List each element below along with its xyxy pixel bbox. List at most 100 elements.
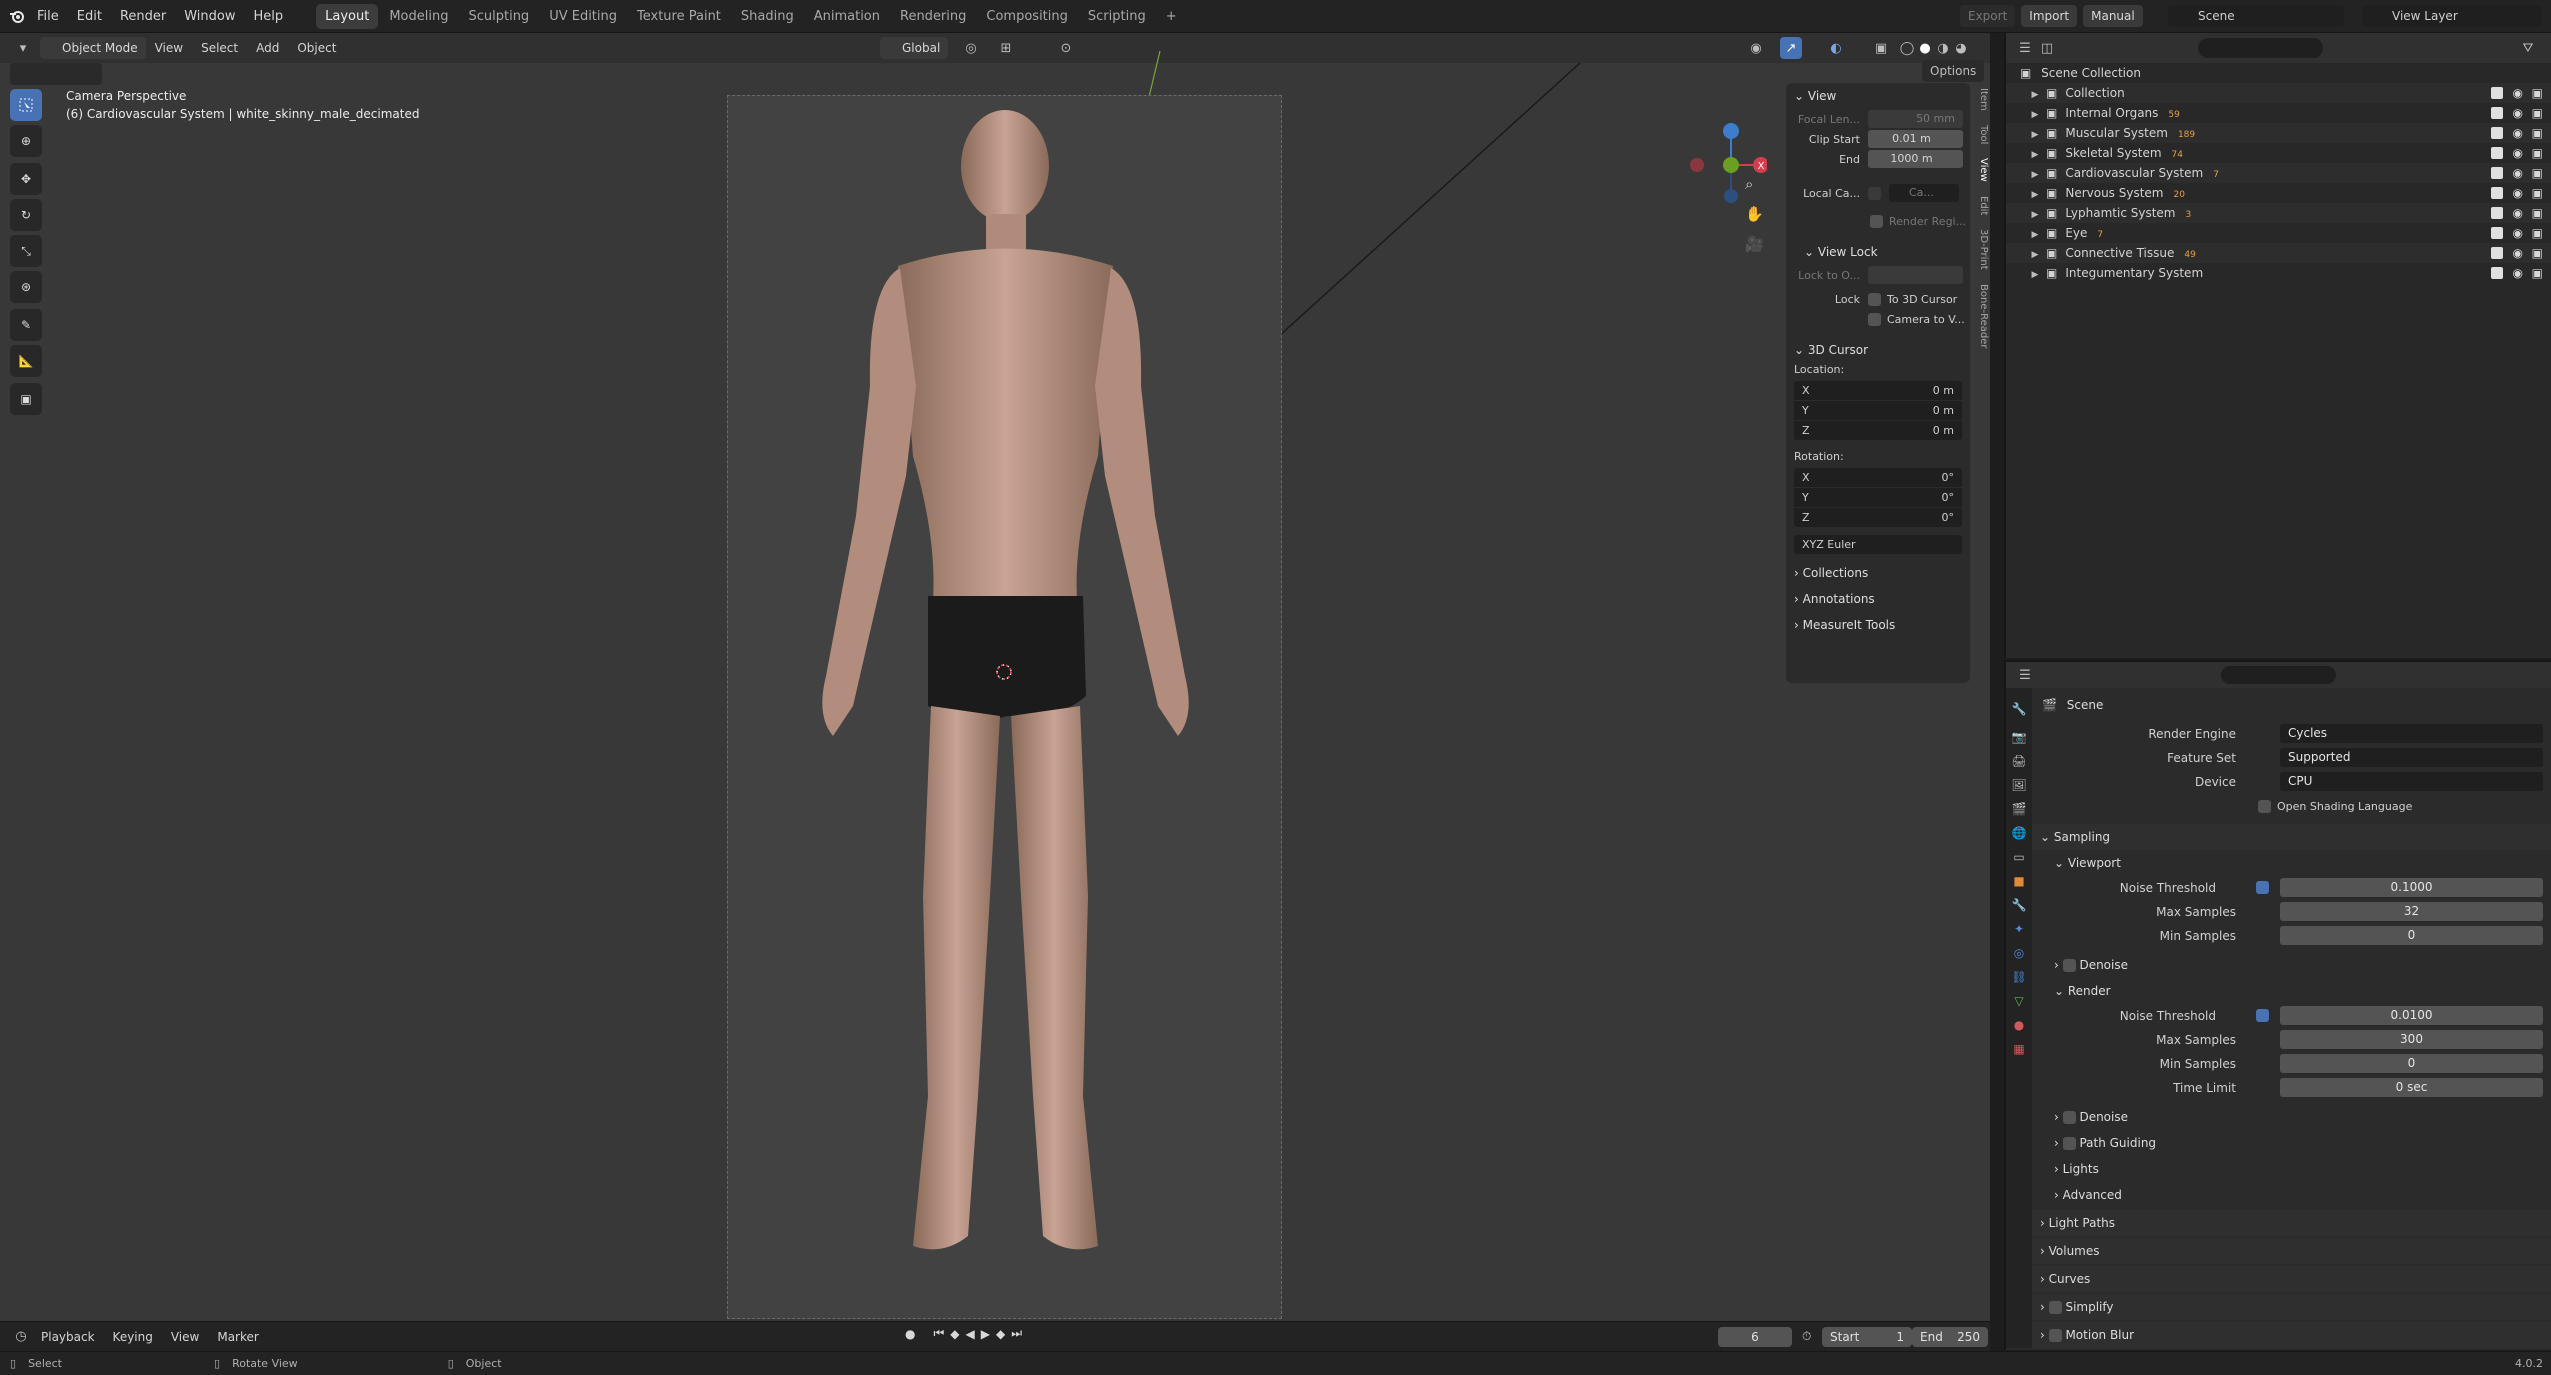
menu-window[interactable]: Window <box>175 0 244 33</box>
expand-arrow-icon[interactable]: ▶ <box>2028 105 2042 125</box>
volumes-header[interactable]: › Volumes <box>2032 1238 2551 1264</box>
section-annotations[interactable]: › Annotations <box>1786 586 1970 612</box>
exclude-checkbox[interactable] <box>2491 107 2503 119</box>
sidebar-tab-bone-reader[interactable]: Bone-Reader <box>1978 284 1989 348</box>
jump-start-icon[interactable]: ⏮ <box>933 1326 944 1341</box>
expand-arrow-icon[interactable]: ▶ <box>2028 225 2042 245</box>
scale-tool-icon[interactable]: ⤡ <box>10 235 42 267</box>
camera-render-icon[interactable]: ▣ <box>2532 223 2543 243</box>
object-tab-icon[interactable]: ■ <box>2006 874 2032 888</box>
manual-button[interactable]: Manual <box>2083 5 2143 27</box>
outliner-row[interactable]: ▶ ▣ Cardiovascular System 7 ◉ ▣ <box>2006 163 2551 183</box>
expand-arrow-icon[interactable]: ▶ <box>2028 125 2042 145</box>
3d-viewport[interactable]: ▾ Object Mode View Select Add Object Glo… <box>0 33 1990 1321</box>
tab-layout[interactable]: Layout <box>316 3 379 29</box>
record-icon[interactable]: ● <box>905 1327 915 1341</box>
measure-tool-icon[interactable]: 📐 <box>10 345 42 377</box>
camera-render-icon[interactable]: ▣ <box>2532 203 2543 223</box>
pan-hand-icon[interactable]: ✋ <box>1745 205 1764 223</box>
scene-tab-icon[interactable]: 🎬 <box>2006 802 2032 816</box>
exclude-checkbox[interactable] <box>2491 227 2503 239</box>
camera-render-icon[interactable]: ▣ <box>2532 83 2543 103</box>
r-denoise-header[interactable]: › Denoise <box>2032 1104 2551 1130</box>
exclude-checkbox[interactable] <box>2491 207 2503 219</box>
start-frame-field[interactable]: Start 1 <box>1822 1327 1912 1347</box>
time-limit-field[interactable]: 0 sec <box>2280 1078 2543 1097</box>
tab-modeling[interactable]: Modeling <box>380 4 457 29</box>
prev-keyframe-icon[interactable]: ◆ <box>950 1327 959 1341</box>
view-layer-tab-icon[interactable]: 🖼 <box>2006 778 2032 792</box>
eye-icon[interactable]: ◉ <box>2513 263 2523 283</box>
exclude-checkbox[interactable] <box>2491 167 2503 179</box>
timeline-menu-playback[interactable]: Playback <box>32 1322 104 1352</box>
exclude-checkbox[interactable] <box>2491 267 2503 279</box>
import-button[interactable]: Import <box>2021 5 2078 27</box>
select-box-tool-icon[interactable] <box>10 89 42 121</box>
data-tab-icon[interactable]: ▽ <box>2006 994 2032 1008</box>
r-min-field[interactable]: 0 <box>2280 1054 2543 1073</box>
outliner-search-input[interactable] <box>2198 38 2323 58</box>
physics-tab-icon[interactable]: ◎ <box>2006 946 2032 960</box>
camera-render-icon[interactable]: ▣ <box>2532 143 2543 163</box>
eye-icon[interactable]: ◉ <box>2513 183 2523 203</box>
properties-editor-icon[interactable]: ☰ <box>2014 664 2036 686</box>
section-collections[interactable]: › Collections <box>1786 560 1970 586</box>
section-3d-cursor[interactable]: ⌄ 3D Cursor <box>1786 337 1970 363</box>
sidebar-tab-edit[interactable]: Edit <box>1978 196 1989 215</box>
add-workspace-button[interactable]: + <box>1157 4 1186 29</box>
sidebar-tab-tool[interactable]: Tool <box>1978 125 1989 144</box>
section-view[interactable]: ⌄ View <box>1786 83 1970 109</box>
light-paths-header[interactable]: › Light Paths <box>2032 1210 2551 1236</box>
human-body-model[interactable] <box>728 96 1283 1318</box>
navigation-gizmo[interactable]: X <box>1685 88 1767 208</box>
r-max-field[interactable]: 300 <box>2280 1030 2543 1049</box>
eye-icon[interactable]: ◉ <box>2513 103 2523 123</box>
r-noise-checkbox[interactable] <box>2256 1009 2269 1022</box>
location-z-field[interactable]: Z0 m <box>1794 421 1962 440</box>
eye-icon[interactable]: ◉ <box>2513 143 2523 163</box>
simplify-header[interactable]: › Simplify <box>2032 1294 2551 1320</box>
cursor-tool-icon[interactable]: ⊕ <box>10 125 42 157</box>
current-frame-field[interactable]: 6 <box>1718 1327 1792 1347</box>
outliner-row[interactable]: ▶ ▣ Lyphamtic System 3 ◉ ▣ <box>2006 203 2551 223</box>
outliner-root[interactable]: ▣ Scene Collection <box>2006 63 2551 83</box>
display-mode-icon[interactable]: ◫ <box>2036 37 2058 59</box>
properties-search-input[interactable] <box>2221 666 2336 684</box>
eye-icon[interactable]: ◉ <box>2513 243 2523 263</box>
lock-to-object-field[interactable] <box>1868 266 1963 284</box>
viewport-subpanel-header[interactable]: ⌄ Viewport <box>2032 850 2551 876</box>
rotation-x-field[interactable]: X 0° <box>1794 468 1962 487</box>
outliner-row[interactable]: ▶ ▣ Muscular System 189 ◉ ▣ <box>2006 123 2551 143</box>
sidebar-tab-3d-print[interactable]: 3D-Print <box>1978 229 1989 270</box>
world-tab-icon[interactable]: 🌐 <box>2006 826 2032 840</box>
rotation-z-field[interactable]: Z 0° <box>1794 508 1962 527</box>
outliner-row[interactable]: ▶ ▣ Connective Tissue 49 ◉ ▣ <box>2006 243 2551 263</box>
view-layer-selector[interactable]: View Layer <box>2362 5 2542 27</box>
camera-view-icon[interactable]: 🎥 <box>1745 235 1764 253</box>
rotation-y-field[interactable]: Y 0° <box>1794 488 1962 507</box>
outliner-editor-icon[interactable]: ☰ <box>2014 37 2036 59</box>
tab-texture-paint[interactable]: Texture Paint <box>628 4 730 29</box>
outliner-row[interactable]: ▶ ▣ Internal Organs 59 ◉ ▣ <box>2006 103 2551 123</box>
texture-tab-icon[interactable]: ▦ <box>2006 1042 2032 1056</box>
next-keyframe-icon[interactable]: ◆ <box>996 1327 1005 1341</box>
sampling-panel-header[interactable]: ⌄ Sampling <box>2032 824 2551 850</box>
feature-set-dropdown[interactable]: Supported <box>2280 748 2543 767</box>
motion-blur-header[interactable]: › Motion Blur <box>2032 1322 2551 1348</box>
location-x-field[interactable]: X0 m <box>1794 381 1962 400</box>
expand-arrow-icon[interactable]: ▶ <box>2028 245 2042 265</box>
outliner-row[interactable]: ▶ ▣ Integumentary System ◉ ▣ <box>2006 263 2551 283</box>
clip-start-field[interactable]: 0.01 m <box>1868 130 1963 148</box>
tab-compositing[interactable]: Compositing <box>977 4 1077 29</box>
tab-sculpting[interactable]: Sculpting <box>459 4 538 29</box>
expand-arrow-icon[interactable]: ▶ <box>2028 205 2042 225</box>
r-noise-field[interactable]: 0.0100 <box>2280 1006 2543 1025</box>
output-tab-icon[interactable]: 🖨 <box>2006 754 2032 768</box>
menu-help[interactable]: Help <box>245 0 293 33</box>
local-camera-checkbox[interactable] <box>1868 186 1881 200</box>
camera-to-view-checkbox[interactable] <box>1868 312 1881 326</box>
exclude-checkbox[interactable] <box>2491 87 2503 99</box>
lights-header[interactable]: › Lights <box>2032 1156 2551 1182</box>
exclude-checkbox[interactable] <box>2491 187 2503 199</box>
modifier-tab-icon[interactable]: 🔧 <box>2006 898 2032 912</box>
